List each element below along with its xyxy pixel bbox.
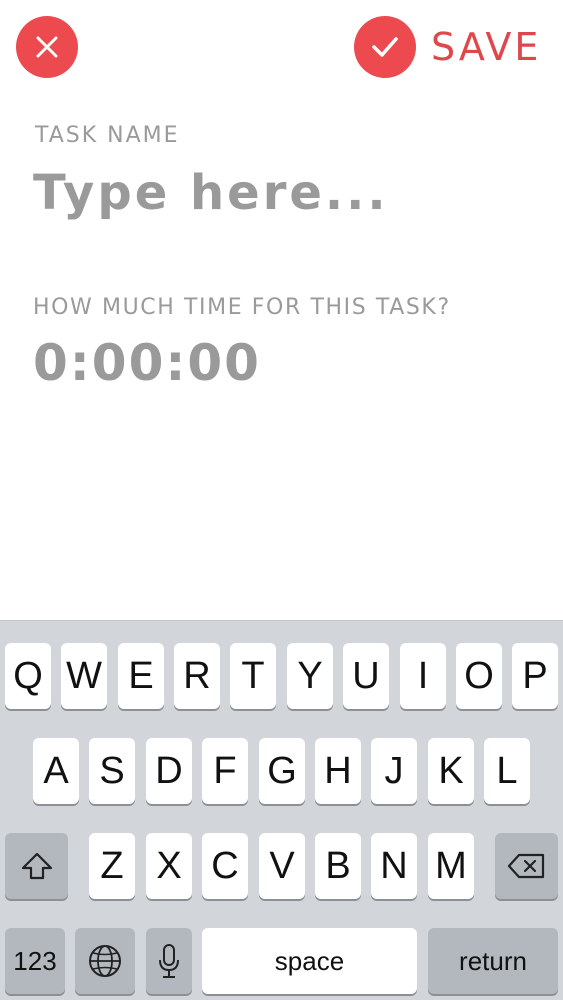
space-key[interactable]: space — [202, 928, 417, 994]
key-i[interactable]: I — [400, 643, 446, 709]
microphone-icon — [159, 944, 179, 978]
key-j[interactable]: J — [371, 738, 417, 804]
key-r[interactable]: R — [174, 643, 220, 709]
key-v[interactable]: V — [259, 833, 305, 899]
time-value[interactable]: 0:00:00 — [33, 334, 261, 392]
time-label: HOW MUCH TIME FOR THIS TASK? — [33, 295, 451, 320]
check-icon — [372, 37, 398, 57]
key-b[interactable]: B — [315, 833, 361, 899]
key-w[interactable]: W — [61, 643, 107, 709]
save-button[interactable]: SAVE — [354, 16, 541, 78]
key-c[interactable]: C — [202, 833, 248, 899]
key-a[interactable]: A — [33, 738, 79, 804]
key-q[interactable]: Q — [5, 643, 51, 709]
key-h[interactable]: H — [315, 738, 361, 804]
globe-key[interactable] — [75, 928, 135, 994]
key-t[interactable]: T — [230, 643, 276, 709]
numbers-key[interactable]: 123 — [5, 928, 65, 994]
key-z[interactable]: Z — [89, 833, 135, 899]
key-g[interactable]: G — [259, 738, 305, 804]
return-key[interactable]: return — [428, 928, 558, 994]
key-m[interactable]: M — [428, 833, 474, 899]
save-circle[interactable] — [354, 16, 416, 78]
backspace-icon — [507, 853, 544, 879]
key-s[interactable]: S — [89, 738, 135, 804]
key-l[interactable]: L — [484, 738, 530, 804]
key-y[interactable]: Y — [287, 643, 333, 709]
task-name-input[interactable] — [33, 160, 533, 226]
top-bar: SAVE — [0, 0, 563, 100]
key-o[interactable]: O — [456, 643, 502, 709]
key-k[interactable]: K — [428, 738, 474, 804]
key-d[interactable]: D — [146, 738, 192, 804]
globe-icon — [89, 945, 121, 977]
close-icon — [36, 36, 58, 58]
microphone-key[interactable] — [146, 928, 192, 994]
key-f[interactable]: F — [202, 738, 248, 804]
close-button[interactable] — [16, 16, 78, 78]
key-n[interactable]: N — [371, 833, 417, 899]
key-e[interactable]: E — [118, 643, 164, 709]
shift-key[interactable] — [5, 833, 68, 899]
save-label[interactable]: SAVE — [431, 25, 541, 69]
task-name-label: TASK NAME — [35, 123, 180, 148]
key-p[interactable]: P — [512, 643, 558, 709]
keyboard: Q W E R T Y U I O P A S D F G H J K L Z … — [0, 620, 563, 1000]
delete-key[interactable] — [495, 833, 558, 899]
shift-icon — [21, 852, 52, 880]
key-x[interactable]: X — [146, 833, 192, 899]
key-u[interactable]: U — [343, 643, 389, 709]
